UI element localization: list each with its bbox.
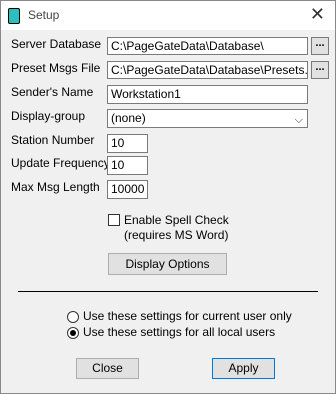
spell-check-checkbox[interactable] bbox=[108, 214, 120, 226]
radio-all-users[interactable] bbox=[67, 327, 79, 339]
update-frequency-field[interactable]: 10 bbox=[107, 156, 148, 175]
chevron-down-icon: ⌵ bbox=[294, 114, 303, 126]
display-options-button[interactable]: Display Options bbox=[108, 253, 227, 275]
senders-name-field[interactable]: Workstation1 bbox=[107, 85, 308, 104]
spell-check-note: (requires MS Word) bbox=[124, 228, 229, 242]
server-database-browse-button[interactable]: ... bbox=[311, 37, 329, 55]
radio-current-user-label: Use these settings for current user only bbox=[83, 309, 292, 323]
display-group-label: Display-group bbox=[11, 109, 86, 123]
title-bar: Setup ✕ bbox=[1, 1, 335, 30]
preset-msgs-file-label: Preset Msgs File bbox=[11, 61, 101, 75]
apply-button[interactable]: Apply bbox=[212, 358, 275, 379]
radio-current-user[interactable] bbox=[67, 311, 79, 323]
display-group-select[interactable]: (none) ⌵ bbox=[107, 109, 308, 128]
radio-all-users-label: Use these settings for all local users bbox=[83, 325, 276, 339]
preset-msgs-file-field[interactable]: C:\PageGateData\Database\Presets.txt bbox=[107, 61, 308, 79]
preset-msgs-file-browse-button[interactable]: ... bbox=[311, 61, 329, 79]
window-title: Setup bbox=[28, 8, 60, 22]
server-database-label: Server Database bbox=[11, 37, 102, 51]
max-msg-length-label: Max Msg Length bbox=[11, 180, 100, 194]
senders-name-label: Sender's Name bbox=[11, 85, 94, 99]
close-button[interactable]: Close bbox=[76, 358, 139, 379]
max-msg-length-field[interactable]: 10000 bbox=[107, 180, 148, 199]
radio-selected-dot bbox=[70, 330, 76, 336]
close-window-icon[interactable]: ✕ bbox=[310, 4, 325, 25]
station-number-label: Station Number bbox=[11, 133, 95, 147]
spell-check-label: Enable Spell Check bbox=[124, 213, 229, 227]
divider bbox=[18, 291, 318, 292]
display-group-value: (none) bbox=[111, 111, 146, 125]
station-number-field[interactable]: 10 bbox=[107, 134, 148, 153]
setup-dialog: Setup ✕ Server Database C:\PageGateData\… bbox=[0, 0, 336, 394]
update-frequency-label: Update Frequency bbox=[11, 156, 110, 170]
app-icon bbox=[8, 8, 20, 24]
server-database-field[interactable]: C:\PageGateData\Database\ bbox=[107, 37, 308, 55]
